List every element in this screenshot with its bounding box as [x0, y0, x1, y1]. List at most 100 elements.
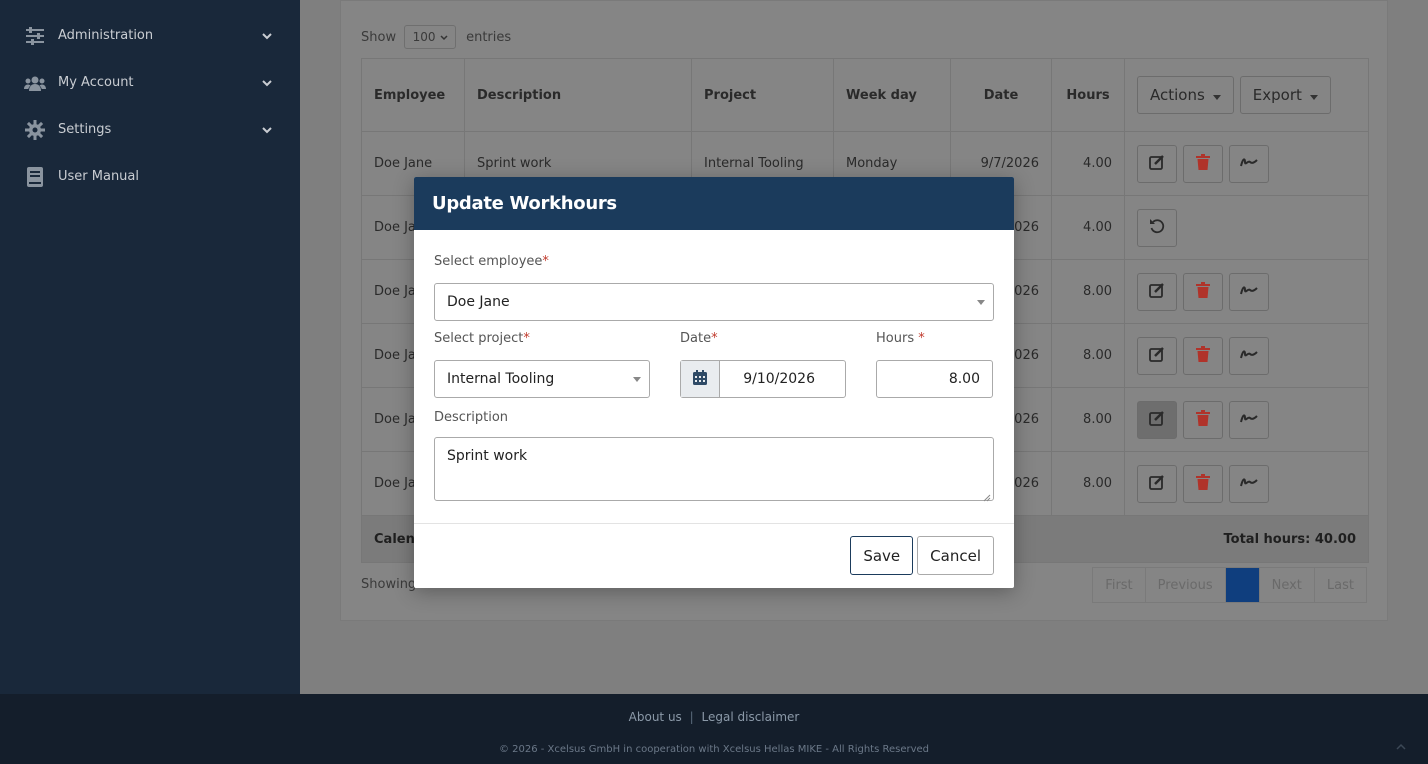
cell-actions: [1125, 324, 1368, 387]
restore-button[interactable]: [1137, 208, 1177, 247]
description-textarea[interactable]: Sprint work: [434, 437, 994, 502]
caret-down-icon: [1212, 86, 1221, 104]
project-label: Select project*: [434, 331, 530, 346]
employee-label: Select employee*: [434, 254, 549, 269]
users-icon: [24, 72, 46, 94]
caret-down-icon: [633, 377, 641, 382]
edit-button[interactable]: [1137, 464, 1177, 503]
header-weekday[interactable]: Week day: [834, 59, 951, 131]
sidebar-item-label: Administration: [58, 28, 154, 43]
date-picker: 9/10/2026: [680, 360, 846, 398]
date-input[interactable]: 9/10/2026: [720, 361, 845, 397]
trash-icon: [1196, 345, 1210, 366]
sidebar-item-label: User Manual: [58, 169, 140, 184]
legal-link[interactable]: Legal disclaimer: [702, 710, 800, 724]
modal-title: Update Workhours: [414, 177, 1014, 230]
trash-icon: [1196, 409, 1210, 430]
trash-icon: [1196, 473, 1210, 494]
header-employee[interactable]: Employee: [362, 59, 465, 131]
cell-hours: 8.00: [1052, 452, 1125, 515]
cancel-button[interactable]: Cancel: [917, 536, 994, 575]
calendar-link[interactable]: Calen: [374, 532, 415, 547]
sign-button[interactable]: [1229, 144, 1269, 183]
update-workhours-modal: Update Workhours Select employee* Doe Ja…: [414, 177, 1014, 588]
book-icon: [24, 166, 46, 188]
table-header: Employee Description Project Week day Da…: [362, 59, 1368, 132]
chevron-down-icon: [440, 30, 448, 44]
header-description[interactable]: Description: [465, 59, 692, 131]
page-current[interactable]: [1225, 568, 1260, 602]
modal-footer: Save Cancel: [414, 524, 1014, 587]
copyright: © 2026 - Xcelsus GmbH in cooperation wit…: [498, 744, 930, 755]
sidebar-item-my-account[interactable]: My Account: [0, 59, 300, 106]
header-project[interactable]: Project: [692, 59, 834, 131]
edit-icon: [1149, 282, 1165, 302]
resize-handle-icon[interactable]: [983, 490, 991, 502]
page-first[interactable]: First: [1093, 568, 1146, 602]
signature-icon: [1240, 348, 1258, 364]
entries-control: Show 100 entries: [361, 25, 511, 49]
edit-icon: [1149, 474, 1165, 494]
description-label: Description: [434, 410, 509, 425]
export-dropdown-button[interactable]: Export: [1239, 76, 1331, 114]
total-hours: Total hours: 40.00: [1223, 531, 1356, 547]
sliders-icon: [24, 25, 46, 47]
edit-button[interactable]: [1137, 144, 1177, 183]
caret-down-icon: [977, 300, 985, 305]
edit-icon: [1149, 346, 1165, 366]
cell-actions: [1125, 388, 1368, 451]
sign-button[interactable]: [1229, 272, 1269, 311]
required-mark: *: [711, 331, 718, 346]
signature-icon: [1240, 412, 1258, 428]
about-link[interactable]: About us: [629, 710, 682, 724]
project-select[interactable]: Internal Tooling: [434, 360, 650, 398]
hours-label: Hours *: [876, 331, 925, 346]
page-footer: About us | Legal disclaimer © 2026 - Xce…: [0, 694, 1428, 764]
edit-button[interactable]: [1137, 400, 1177, 439]
delete-button[interactable]: [1183, 464, 1223, 503]
sidebar-item-user-manual[interactable]: User Manual: [0, 153, 300, 200]
entries-label: entries: [466, 29, 512, 45]
employee-select[interactable]: Doe Jane: [434, 283, 994, 321]
cell-actions: [1125, 132, 1368, 195]
edit-button[interactable]: [1137, 272, 1177, 311]
cell-hours: 4.00: [1052, 196, 1125, 259]
sidebar-item-administration[interactable]: Administration: [0, 12, 300, 59]
delete-button[interactable]: [1183, 144, 1223, 183]
edit-icon: [1149, 410, 1165, 430]
header-date[interactable]: Date: [951, 59, 1052, 131]
edit-button[interactable]: [1137, 336, 1177, 375]
delete-button[interactable]: [1183, 336, 1223, 375]
cell-actions: [1125, 260, 1368, 323]
chevron-down-icon: [262, 123, 272, 138]
sign-button[interactable]: [1229, 400, 1269, 439]
entries-select[interactable]: 100: [404, 25, 457, 49]
delete-button[interactable]: [1183, 400, 1223, 439]
sidebar: Administration My Account Settings User …: [0, 0, 300, 694]
date-label: Date*: [680, 331, 718, 346]
scroll-top-button[interactable]: [1388, 736, 1414, 756]
caret-down-icon: [1309, 86, 1318, 104]
delete-button[interactable]: [1183, 272, 1223, 311]
sidebar-item-settings[interactable]: Settings: [0, 106, 300, 153]
showing-info: Showing: [361, 577, 417, 592]
footer-separator: |: [689, 710, 694, 724]
show-label: Show: [361, 29, 397, 45]
signature-icon: [1240, 476, 1258, 492]
gear-icon: [24, 119, 46, 141]
header-actions: Actions Export: [1125, 59, 1368, 131]
page-last[interactable]: Last: [1315, 568, 1366, 602]
required-mark: *: [523, 331, 530, 346]
chevron-down-icon: [262, 76, 272, 91]
sign-button[interactable]: [1229, 464, 1269, 503]
page-next[interactable]: Next: [1260, 568, 1315, 602]
calendar-button[interactable]: [681, 361, 720, 397]
hours-input[interactable]: 8.00: [876, 360, 993, 398]
save-button[interactable]: Save: [850, 536, 914, 575]
trash-icon: [1196, 281, 1210, 302]
actions-dropdown-button[interactable]: Actions: [1137, 76, 1234, 114]
header-hours[interactable]: Hours: [1052, 59, 1125, 131]
sign-button[interactable]: [1229, 336, 1269, 375]
cell-actions: [1125, 452, 1368, 515]
page-previous[interactable]: Previous: [1146, 568, 1226, 602]
